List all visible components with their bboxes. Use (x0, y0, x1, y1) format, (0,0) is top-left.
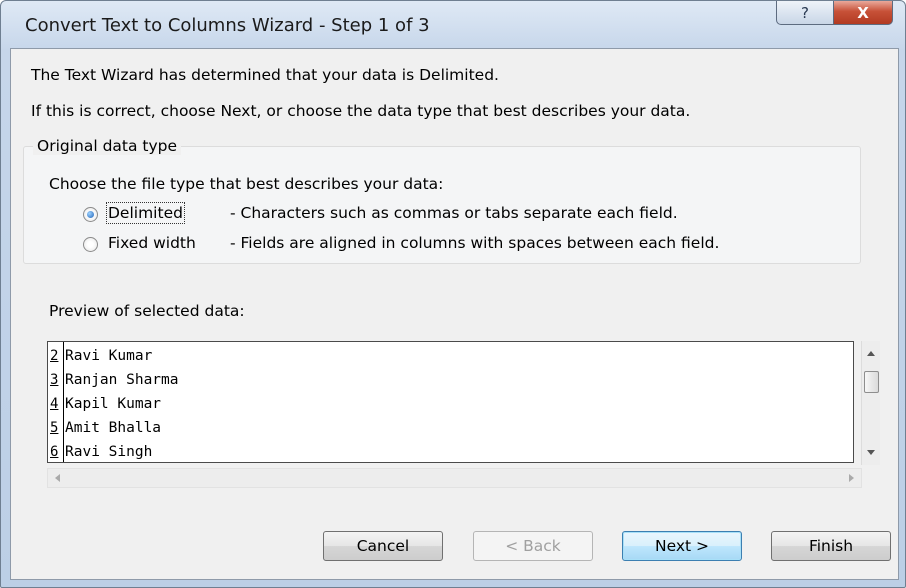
horizontal-scrollbar[interactable] (47, 468, 862, 488)
row-number: 6 (50, 444, 59, 460)
scroll-down-arrow-icon[interactable] (867, 450, 875, 455)
preview-row: Ranjan Sharma (65, 372, 179, 388)
intro-line-2: If this is correct, choose Next, or choo… (31, 102, 691, 120)
back-button[interactable]: < Back (473, 531, 593, 561)
vertical-scrollbar[interactable] (861, 341, 880, 465)
close-button[interactable]: X (833, 1, 893, 25)
window-title: Convert Text to Columns Wizard - Step 1 … (25, 15, 430, 36)
group-legend: Original data type (33, 137, 182, 155)
intro-line-1: The Text Wizard has determined that your… (31, 66, 499, 84)
help-icon: ? (801, 3, 809, 22)
row-number: 3 (50, 372, 59, 388)
close-icon: X (857, 3, 869, 22)
file-type-prompt: Choose the file type that best describes… (49, 175, 444, 193)
preview-row: Ravi Kumar (65, 348, 153, 364)
row-number: 5 (50, 420, 59, 436)
delimited-radio[interactable] (83, 207, 98, 222)
row-number: 2 (50, 348, 59, 364)
delimited-description: - Characters such as commas or tabs sepa… (230, 204, 678, 222)
fixed-width-label[interactable]: Fixed width (108, 234, 196, 252)
preview-label: Preview of selected data: (49, 302, 245, 320)
cancel-button[interactable]: Cancel (323, 531, 443, 561)
fixed-width-description: - Fields are aligned in columns with spa… (230, 234, 720, 252)
preview-pane[interactable]: 2 Ravi Kumar 3 Ranjan Sharma 4 Kapil Kum… (47, 341, 854, 463)
scroll-up-arrow-icon[interactable] (867, 351, 875, 356)
dialog-window: Convert Text to Columns Wizard - Step 1 … (0, 0, 906, 588)
fixed-width-radio[interactable] (83, 237, 98, 252)
finish-button[interactable]: Finish (771, 531, 891, 561)
help-button[interactable]: ? (776, 1, 834, 25)
preview-row: Kapil Kumar (65, 396, 162, 412)
vertical-scroll-thumb[interactable] (864, 371, 879, 393)
next-button[interactable]: Next > (622, 531, 742, 561)
preview-row: Ravi Singh (65, 444, 153, 460)
scroll-left-arrow-icon[interactable] (55, 474, 60, 482)
scroll-right-arrow-icon[interactable] (849, 474, 854, 482)
preview-row: Amit Bhalla (65, 420, 162, 436)
delimited-label[interactable]: Delimited (106, 202, 185, 224)
row-number: 4 (50, 396, 59, 412)
